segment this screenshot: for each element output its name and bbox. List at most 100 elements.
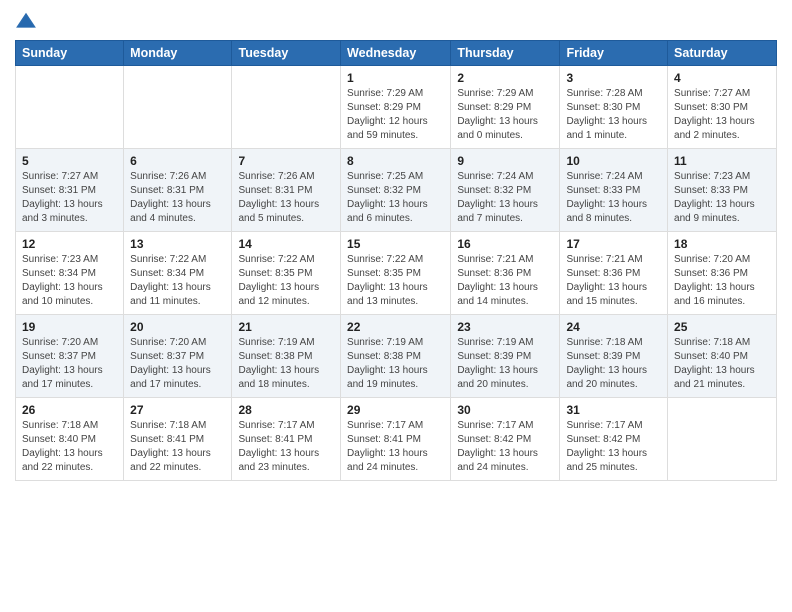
day-cell: 17 Sunrise: 7:21 AM Sunset: 8:36 PM Dayli… xyxy=(560,232,668,315)
day-cell: 7 Sunrise: 7:26 AM Sunset: 8:31 PM Daylig… xyxy=(232,149,341,232)
logo-icon xyxy=(15,10,37,32)
day-cell: 26 Sunrise: 7:18 AM Sunset: 8:40 PM Dayli… xyxy=(16,398,124,481)
day-info: Sunrise: 7:17 AM Sunset: 8:42 PM Dayligh… xyxy=(566,419,661,475)
day-number: 7 xyxy=(238,154,334,168)
day-info: Sunrise: 7:26 AM Sunset: 8:31 PM Dayligh… xyxy=(130,170,225,226)
week-row-3: 12 Sunrise: 7:23 AM Sunset: 8:34 PM Dayli… xyxy=(16,232,777,315)
day-number: 29 xyxy=(347,403,444,417)
week-row-4: 19 Sunrise: 7:20 AM Sunset: 8:37 PM Dayli… xyxy=(16,315,777,398)
day-header-monday: Monday xyxy=(124,41,232,66)
day-number: 20 xyxy=(130,320,225,334)
day-cell: 2 Sunrise: 7:29 AM Sunset: 8:29 PM Daylig… xyxy=(451,66,560,149)
day-info: Sunrise: 7:21 AM Sunset: 8:36 PM Dayligh… xyxy=(457,253,553,309)
day-info: Sunrise: 7:24 AM Sunset: 8:32 PM Dayligh… xyxy=(457,170,553,226)
day-cell: 10Sunrise: 7:24 AM Sunset: 8:33 PM Dayli… xyxy=(560,149,668,232)
day-cell: 12 Sunrise: 7:23 AM Sunset: 8:34 PM Dayli… xyxy=(16,232,124,315)
day-info: Sunrise: 7:19 AM Sunset: 8:38 PM Dayligh… xyxy=(238,336,334,392)
day-cell: 16Sunrise: 7:21 AM Sunset: 8:36 PM Dayli… xyxy=(451,232,560,315)
logo xyxy=(15,10,41,32)
day-number: 30 xyxy=(457,403,553,417)
day-info: Sunrise: 7:23 AM Sunset: 8:34 PM Dayligh… xyxy=(22,253,117,309)
header xyxy=(15,10,777,32)
day-cell: 25 Sunrise: 7:18 AM Sunset: 8:40 PM Dayli… xyxy=(668,315,777,398)
day-info: Sunrise: 7:17 AM Sunset: 8:41 PM Dayligh… xyxy=(238,419,334,475)
day-info: Sunrise: 7:19 AM Sunset: 8:38 PM Dayligh… xyxy=(347,336,444,392)
day-info: Sunrise: 7:24 AM Sunset: 8:33 PM Dayligh… xyxy=(566,170,661,226)
day-number: 19 xyxy=(22,320,117,334)
day-number: 23 xyxy=(457,320,553,334)
day-number: 17 xyxy=(566,237,661,251)
day-cell: 5 Sunrise: 7:27 AM Sunset: 8:31 PM Daylig… xyxy=(16,149,124,232)
day-info: Sunrise: 7:22 AM Sunset: 8:35 PM Dayligh… xyxy=(347,253,444,309)
day-info: Sunrise: 7:29 AM Sunset: 8:29 PM Dayligh… xyxy=(457,87,553,143)
day-info: Sunrise: 7:19 AM Sunset: 8:39 PM Dayligh… xyxy=(457,336,553,392)
day-number: 4 xyxy=(674,71,770,85)
week-row-5: 26 Sunrise: 7:18 AM Sunset: 8:40 PM Dayli… xyxy=(16,398,777,481)
day-info: Sunrise: 7:18 AM Sunset: 8:41 PM Dayligh… xyxy=(130,419,225,475)
day-cell: 29 Sunrise: 7:17 AM Sunset: 8:41 PM Dayli… xyxy=(341,398,451,481)
day-header-thursday: Thursday xyxy=(451,41,560,66)
page: SundayMondayTuesdayWednesdayThursdayFrid… xyxy=(0,0,792,496)
day-number: 26 xyxy=(22,403,117,417)
day-info: Sunrise: 7:20 AM Sunset: 8:37 PM Dayligh… xyxy=(22,336,117,392)
day-number: 31 xyxy=(566,403,661,417)
day-info: Sunrise: 7:20 AM Sunset: 8:36 PM Dayligh… xyxy=(674,253,770,309)
day-number: 27 xyxy=(130,403,225,417)
day-cell: 9Sunrise: 7:24 AM Sunset: 8:32 PM Daylig… xyxy=(451,149,560,232)
day-number: 24 xyxy=(566,320,661,334)
day-cell: 15 Sunrise: 7:22 AM Sunset: 8:35 PM Dayli… xyxy=(341,232,451,315)
day-header-tuesday: Tuesday xyxy=(232,41,341,66)
day-number: 6 xyxy=(130,154,225,168)
day-number: 15 xyxy=(347,237,444,251)
day-cell: 3 Sunrise: 7:28 AM Sunset: 8:30 PM Daylig… xyxy=(560,66,668,149)
day-info: Sunrise: 7:27 AM Sunset: 8:30 PM Dayligh… xyxy=(674,87,770,143)
day-number: 14 xyxy=(238,237,334,251)
day-cell: 24 Sunrise: 7:18 AM Sunset: 8:39 PM Dayli… xyxy=(560,315,668,398)
day-header-sunday: Sunday xyxy=(16,41,124,66)
day-info: Sunrise: 7:18 AM Sunset: 8:40 PM Dayligh… xyxy=(674,336,770,392)
day-cell xyxy=(232,66,341,149)
day-cell: 18Sunrise: 7:20 AM Sunset: 8:36 PM Dayli… xyxy=(668,232,777,315)
day-number: 1 xyxy=(347,71,444,85)
day-number: 21 xyxy=(238,320,334,334)
day-cell: 13Sunrise: 7:22 AM Sunset: 8:34 PM Dayli… xyxy=(124,232,232,315)
day-info: Sunrise: 7:22 AM Sunset: 8:34 PM Dayligh… xyxy=(130,253,225,309)
day-header-saturday: Saturday xyxy=(668,41,777,66)
day-info: Sunrise: 7:28 AM Sunset: 8:30 PM Dayligh… xyxy=(566,87,661,143)
day-cell xyxy=(124,66,232,149)
day-info: Sunrise: 7:20 AM Sunset: 8:37 PM Dayligh… xyxy=(130,336,225,392)
day-number: 28 xyxy=(238,403,334,417)
day-cell xyxy=(16,66,124,149)
day-header-wednesday: Wednesday xyxy=(341,41,451,66)
day-cell xyxy=(668,398,777,481)
day-info: Sunrise: 7:23 AM Sunset: 8:33 PM Dayligh… xyxy=(674,170,770,226)
day-number: 2 xyxy=(457,71,553,85)
day-number: 8 xyxy=(347,154,444,168)
day-cell: 20 Sunrise: 7:20 AM Sunset: 8:37 PM Dayli… xyxy=(124,315,232,398)
day-info: Sunrise: 7:27 AM Sunset: 8:31 PM Dayligh… xyxy=(22,170,117,226)
week-row-2: 5 Sunrise: 7:27 AM Sunset: 8:31 PM Daylig… xyxy=(16,149,777,232)
day-cell: 27 Sunrise: 7:18 AM Sunset: 8:41 PM Dayli… xyxy=(124,398,232,481)
day-cell: 19 Sunrise: 7:20 AM Sunset: 8:37 PM Dayli… xyxy=(16,315,124,398)
day-number: 25 xyxy=(674,320,770,334)
day-info: Sunrise: 7:21 AM Sunset: 8:36 PM Dayligh… xyxy=(566,253,661,309)
day-cell: 31 Sunrise: 7:17 AM Sunset: 8:42 PM Dayli… xyxy=(560,398,668,481)
day-cell: 23 Sunrise: 7:19 AM Sunset: 8:39 PM Dayli… xyxy=(451,315,560,398)
day-cell: 30Sunrise: 7:17 AM Sunset: 8:42 PM Dayli… xyxy=(451,398,560,481)
day-cell: 8Sunrise: 7:25 AM Sunset: 8:32 PM Daylig… xyxy=(341,149,451,232)
day-info: Sunrise: 7:17 AM Sunset: 8:41 PM Dayligh… xyxy=(347,419,444,475)
day-cell: 28 Sunrise: 7:17 AM Sunset: 8:41 PM Dayli… xyxy=(232,398,341,481)
day-cell: 1 Sunrise: 7:29 AM Sunset: 8:29 PM Daylig… xyxy=(341,66,451,149)
day-cell: 11 Sunrise: 7:23 AM Sunset: 8:33 PM Dayli… xyxy=(668,149,777,232)
day-info: Sunrise: 7:18 AM Sunset: 8:39 PM Dayligh… xyxy=(566,336,661,392)
day-info: Sunrise: 7:29 AM Sunset: 8:29 PM Dayligh… xyxy=(347,87,444,143)
day-info: Sunrise: 7:26 AM Sunset: 8:31 PM Dayligh… xyxy=(238,170,334,226)
day-number: 3 xyxy=(566,71,661,85)
day-info: Sunrise: 7:18 AM Sunset: 8:40 PM Dayligh… xyxy=(22,419,117,475)
day-number: 11 xyxy=(674,154,770,168)
day-number: 12 xyxy=(22,237,117,251)
day-cell: 22Sunrise: 7:19 AM Sunset: 8:38 PM Dayli… xyxy=(341,315,451,398)
day-number: 5 xyxy=(22,154,117,168)
day-cell: 21 Sunrise: 7:19 AM Sunset: 8:38 PM Dayli… xyxy=(232,315,341,398)
header-row: SundayMondayTuesdayWednesdayThursdayFrid… xyxy=(16,41,777,66)
